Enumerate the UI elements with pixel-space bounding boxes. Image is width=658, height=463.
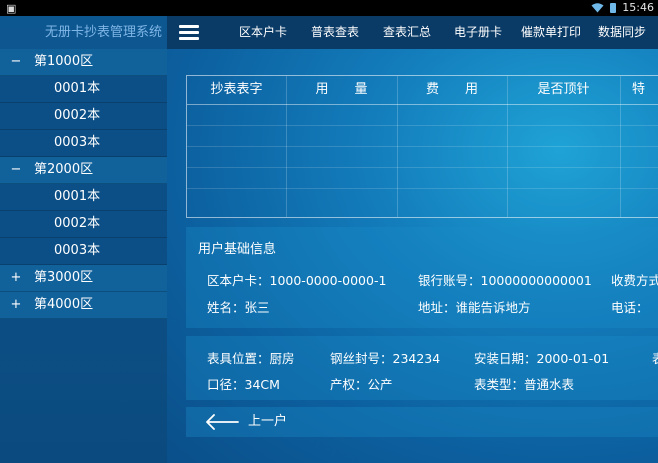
tree-item-1000-0002[interactable]: 0002本 xyxy=(0,103,167,130)
address: 地址：谁能告诉地方 xyxy=(418,300,531,315)
meter-extra: 表 xyxy=(652,348,658,367)
status-bar: ▣ 15:46 xyxy=(0,0,658,16)
charge-mode: 收费方式 xyxy=(611,273,658,288)
tree-item-1000-0001[interactable]: 0001本 xyxy=(0,76,167,103)
tree-item-2000-0001[interactable]: 0001本 xyxy=(0,184,167,211)
column-header: 用 量 xyxy=(315,82,368,97)
column-header: 是否顶针 xyxy=(537,82,590,97)
nav-item-e-card[interactable]: 电子册卡 xyxy=(454,16,502,49)
tree-item-label: 0002本 xyxy=(54,216,101,231)
tree-group-label: 第4000区 xyxy=(34,297,94,312)
column-header: 特 xyxy=(632,82,646,97)
battery-icon xyxy=(610,2,617,13)
tree-item-label: 0001本 xyxy=(54,189,101,204)
tree-item-label: 0001本 xyxy=(54,81,101,96)
top-nav-bar: 区本户卡 普表查表 查表汇总 电子册卡 催款单打印 数据同步 xyxy=(167,16,658,49)
tree-item-label: 0003本 xyxy=(54,135,101,150)
tree-item-label: 0003本 xyxy=(54,243,101,258)
notification-icon: ▣ xyxy=(6,2,17,15)
tree-group-label: 第1000区 xyxy=(34,54,94,69)
user-info-panel: 用户基础信息 区本户卡：1000-0000-0000-1 银行账号：100000… xyxy=(186,227,658,328)
meter-info-panel: 表具位置：厨房 钢丝封号：234234 安装日期：2000-01-01 表 口径… xyxy=(186,336,658,400)
tree-group-label: 第3000区 xyxy=(34,270,94,285)
sidebar: 无册卡抄表管理系统 − 第1000区 0001本 0002本 0003本 − 第… xyxy=(0,16,167,463)
nav-item-area-card[interactable]: 区本户卡 xyxy=(239,16,287,49)
nav-item-check-summary[interactable]: 查表汇总 xyxy=(383,16,431,49)
collapse-icon[interactable]: − xyxy=(9,157,23,183)
nav-item-print-reminder[interactable]: 催款单打印 xyxy=(521,16,581,49)
tree-item-1000-0003[interactable]: 0003本 xyxy=(0,130,167,157)
card-number: 区本户卡：1000-0000-0000-1 xyxy=(207,273,387,288)
app-title: 无册卡抄表管理系统 xyxy=(45,25,163,40)
expand-icon[interactable]: + xyxy=(9,265,23,291)
reading-table: 抄表表字 用 量 费 用 是否顶针 特 xyxy=(186,75,658,218)
hamburger-menu-icon[interactable] xyxy=(179,25,199,40)
tree-item-2000-0002[interactable]: 0002本 xyxy=(0,211,167,238)
meter-location: 表具位置：厨房 xyxy=(207,351,295,366)
status-time: 15:46 xyxy=(622,1,654,14)
panel-title: 用户基础信息 xyxy=(198,242,277,257)
caliber: 口径：34CM xyxy=(207,377,280,392)
column-header: 抄表表字 xyxy=(210,82,263,97)
table-header: 抄表表字 用 量 费 用 是否顶针 特 xyxy=(187,76,658,105)
wifi-icon xyxy=(591,2,604,12)
phone: 电话： xyxy=(611,300,649,315)
tree-group-2000[interactable]: − 第2000区 xyxy=(0,157,167,184)
tree-group-label: 第2000区 xyxy=(34,162,94,177)
tree-group-1000[interactable]: − 第1000区 xyxy=(0,49,167,76)
install-date: 安装日期：2000-01-01 xyxy=(474,351,610,366)
user-name: 姓名：张三 xyxy=(207,300,270,315)
nav-item-meter-check[interactable]: 普表查表 xyxy=(311,16,359,49)
bank-account: 银行账号：10000000000001 xyxy=(418,273,592,288)
tree-item-label: 0002本 xyxy=(54,108,101,123)
expand-icon[interactable]: + xyxy=(9,292,23,318)
column-header: 费 用 xyxy=(425,82,478,97)
tree-group-4000[interactable]: + 第4000区 xyxy=(0,292,167,319)
tree-item-2000-0003[interactable]: 0003本 xyxy=(0,238,167,265)
nav-item-data-sync[interactable]: 数据同步 xyxy=(598,16,646,49)
ownership: 产权：公产 xyxy=(330,377,393,392)
arrow-left-icon xyxy=(206,414,239,430)
previous-record-label: 上一户 xyxy=(248,414,288,429)
previous-record-button[interactable]: 上一户 xyxy=(186,407,658,437)
collapse-icon[interactable]: − xyxy=(9,49,23,75)
meter-type: 表类型：普通水表 xyxy=(474,377,575,392)
seal-number: 钢丝封号：234234 xyxy=(330,351,441,366)
tree-group-3000[interactable]: + 第3000区 xyxy=(0,265,167,292)
main-content: 区本户卡 普表查表 查表汇总 电子册卡 催款单打印 数据同步 抄表表字 用 量 … xyxy=(167,16,658,463)
